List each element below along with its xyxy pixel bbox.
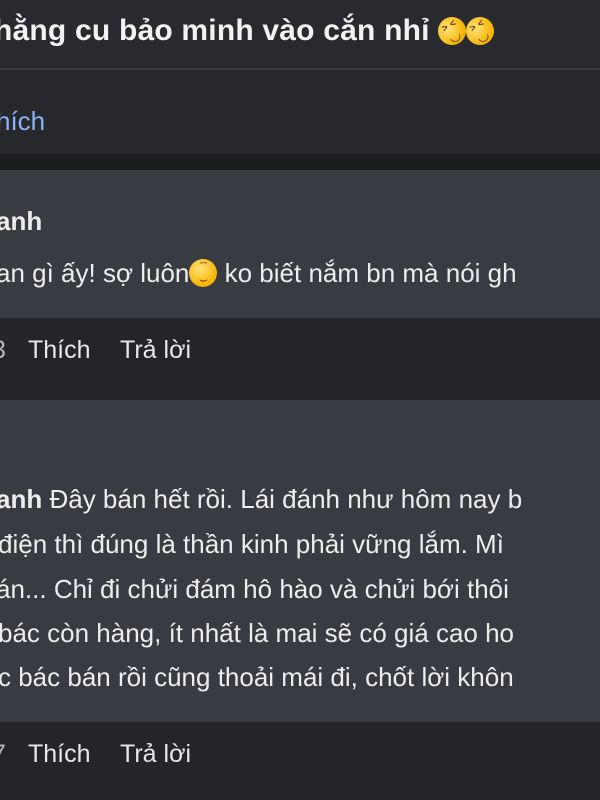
rolling-on-floor-laughing-icon bbox=[461, 11, 500, 51]
comment-author[interactable]: anh bbox=[0, 484, 42, 514]
comment-actions: 7 Thích Trả lời bbox=[0, 722, 600, 800]
post-title: hằng cu bảo minh vào cắn nhỉ bbox=[0, 11, 500, 51]
comment-text-line: bác còn hàng, ít nhất là mai sẽ có giá c… bbox=[0, 618, 515, 648]
grinning-face-icon bbox=[189, 259, 218, 287]
comment-text-line: điện thì đúng là thần kinh phải vững lắm… bbox=[0, 529, 504, 559]
comment-actions: 3 Thích Trả lời bbox=[0, 318, 600, 400]
comment-author[interactable]: anh bbox=[0, 206, 42, 237]
comment-reply-button[interactable]: Trả lời bbox=[120, 336, 191, 365]
comment-text-fragment: Đây bán hết rồi. Lái đánh như hôm nay b bbox=[42, 484, 523, 514]
post-like-button[interactable]: hích bbox=[0, 106, 45, 137]
comment-text-line: án... Chỉ đi chửi đám hô hào và chửi bới… bbox=[0, 574, 509, 604]
post-action-bar bbox=[0, 70, 600, 154]
comment-text-line: anh Đây bán hết rồi. Lái đánh như hôm na… bbox=[0, 484, 522, 515]
comment-like-button[interactable]: Thích bbox=[28, 336, 91, 365]
comment-text-line: c bác bán rồi cũng thoải mái đi, chốt lờ… bbox=[0, 662, 514, 692]
post-title-bar: hằng cu bảo minh vào cắn nhỉ bbox=[0, 0, 600, 68]
post-title-text: hằng cu bảo minh vào cắn nhỉ bbox=[0, 14, 430, 47]
reaction-count: 3 bbox=[0, 336, 6, 365]
section-gap bbox=[0, 154, 600, 170]
comment-reply-button[interactable]: Trả lời bbox=[120, 740, 191, 769]
reaction-count: 7 bbox=[0, 740, 6, 769]
comment-like-button[interactable]: Thích bbox=[28, 740, 91, 769]
comment-bubble: anh Đây bán hết rồi. Lái đánh như hôm na… bbox=[0, 400, 600, 722]
comment-bubble: anh an gì ấy! sợ luôn ko biết nắm bn mà … bbox=[0, 170, 600, 318]
comment-text-line: an gì ấy! sợ luôn bbox=[0, 258, 190, 288]
comment-text: an gì ấy! sợ luôn ko biết nắm bn mà nói … bbox=[0, 258, 517, 289]
comment-text-line: ko biết nắm bn mà nói gh bbox=[217, 258, 517, 288]
